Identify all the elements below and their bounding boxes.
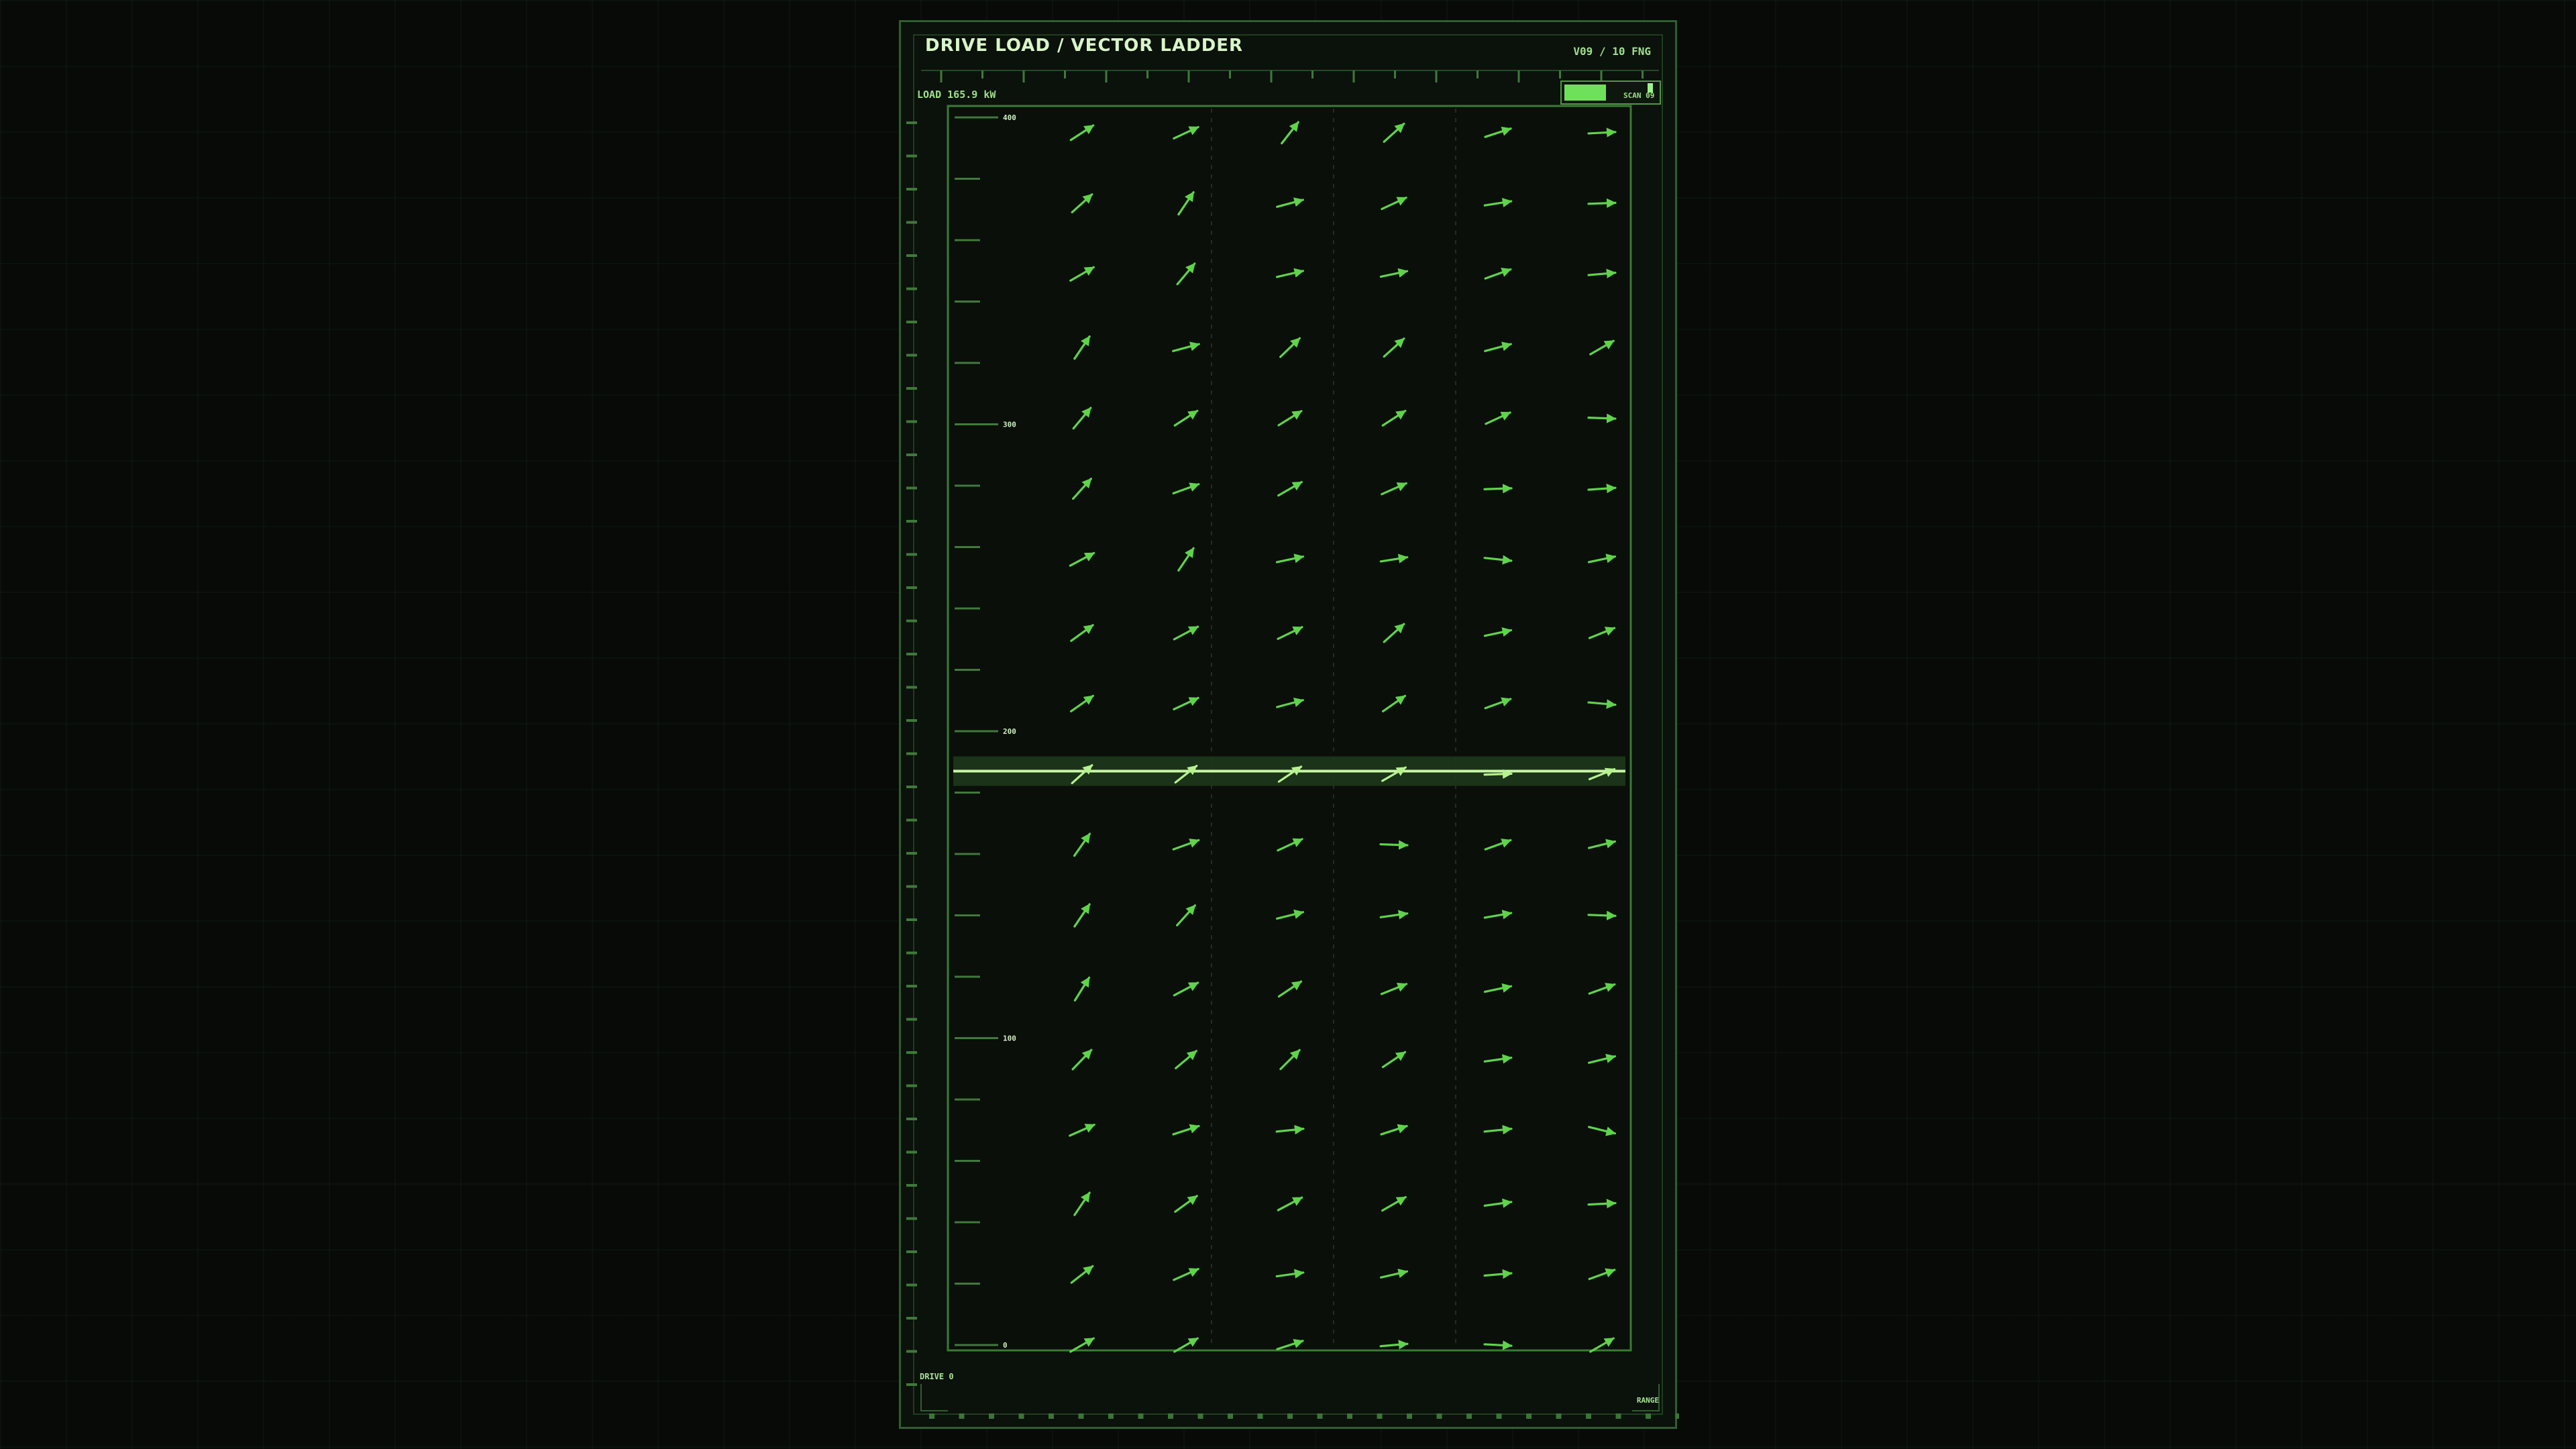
bottom-ruler-tick bbox=[1317, 1413, 1323, 1419]
bottom-ruler-tick bbox=[1018, 1413, 1024, 1419]
scan-progress-fill bbox=[1564, 85, 1607, 101]
y-axis-label: 400 bbox=[1003, 113, 1016, 122]
bottom-ruler-tick bbox=[1496, 1413, 1502, 1419]
bottom-ruler-tick bbox=[1466, 1413, 1472, 1419]
plot-area bbox=[947, 105, 1632, 1352]
vector-arrow bbox=[1587, 127, 1617, 138]
y-axis-label: 0 bbox=[1003, 1341, 1008, 1350]
vector-arrow bbox=[1483, 484, 1513, 494]
bottom-ruler-tick bbox=[1377, 1413, 1383, 1419]
range-label[interactable]: RANGE bbox=[1637, 1396, 1659, 1405]
vector-arrow bbox=[1483, 1340, 1513, 1350]
y-axis-label: 200 bbox=[1003, 727, 1016, 736]
bottom-ruler-tick bbox=[1646, 1413, 1651, 1419]
scan-label: SCAN 09 bbox=[1623, 91, 1655, 100]
vector-arrow bbox=[1587, 910, 1617, 920]
bottom-ruler-tick bbox=[1197, 1413, 1203, 1419]
vector-ladder-chart: 400 300 200 100 0 bbox=[906, 70, 1679, 1419]
y-axis-label: 100 bbox=[1003, 1034, 1016, 1043]
bottom-ruler-tick bbox=[1526, 1413, 1532, 1419]
panel-title: DRIVE LOAD / VECTOR LADDER bbox=[925, 36, 1244, 56]
load-readout: LOAD 165.9 kW bbox=[917, 89, 996, 101]
vector-arrow bbox=[1587, 1198, 1617, 1209]
bottom-ruler-tick bbox=[1675, 1413, 1679, 1419]
bottom-ruler-tick bbox=[1347, 1413, 1352, 1419]
bottom-ruler-tick bbox=[1108, 1413, 1114, 1419]
bottom-ruler-tick bbox=[1049, 1413, 1054, 1419]
bottom-ruler-tick bbox=[1228, 1413, 1233, 1419]
version-readout: V09 / 10 FNG bbox=[1573, 45, 1651, 58]
bottom-ruler-tick bbox=[1078, 1413, 1084, 1419]
vector-arrow bbox=[1587, 413, 1617, 423]
corner-bracket bbox=[920, 1384, 948, 1411]
bottom-ruler-tick bbox=[1586, 1413, 1591, 1419]
bottom-ruler-tick bbox=[1615, 1413, 1621, 1419]
vector-ladder-panel: 400 300 200 100 0 DRIVE LOAD / VECTOR LADDER… bbox=[899, 20, 1679, 1429]
bottom-ruler-tick bbox=[929, 1413, 934, 1419]
bottom-ruler-tick bbox=[989, 1413, 994, 1419]
vector-arrow bbox=[1483, 769, 1513, 779]
bottom-ruler-tick bbox=[1138, 1413, 1144, 1419]
bottom-ruler-tick bbox=[1287, 1413, 1293, 1419]
y-axis-label: 300 bbox=[1003, 421, 1016, 429]
scan-badge[interactable]: SCAN 09 bbox=[1560, 80, 1661, 105]
bottom-ruler-tick bbox=[1257, 1413, 1263, 1419]
bottom-ruler-tick bbox=[959, 1413, 965, 1419]
bottom-ruler-tick bbox=[1556, 1413, 1562, 1419]
bottom-ruler-tick bbox=[1436, 1413, 1442, 1419]
bottom-ruler-tick bbox=[1407, 1413, 1412, 1419]
drive-label: DRIVE 0 bbox=[920, 1372, 954, 1381]
bottom-ruler-tick bbox=[1168, 1413, 1173, 1419]
